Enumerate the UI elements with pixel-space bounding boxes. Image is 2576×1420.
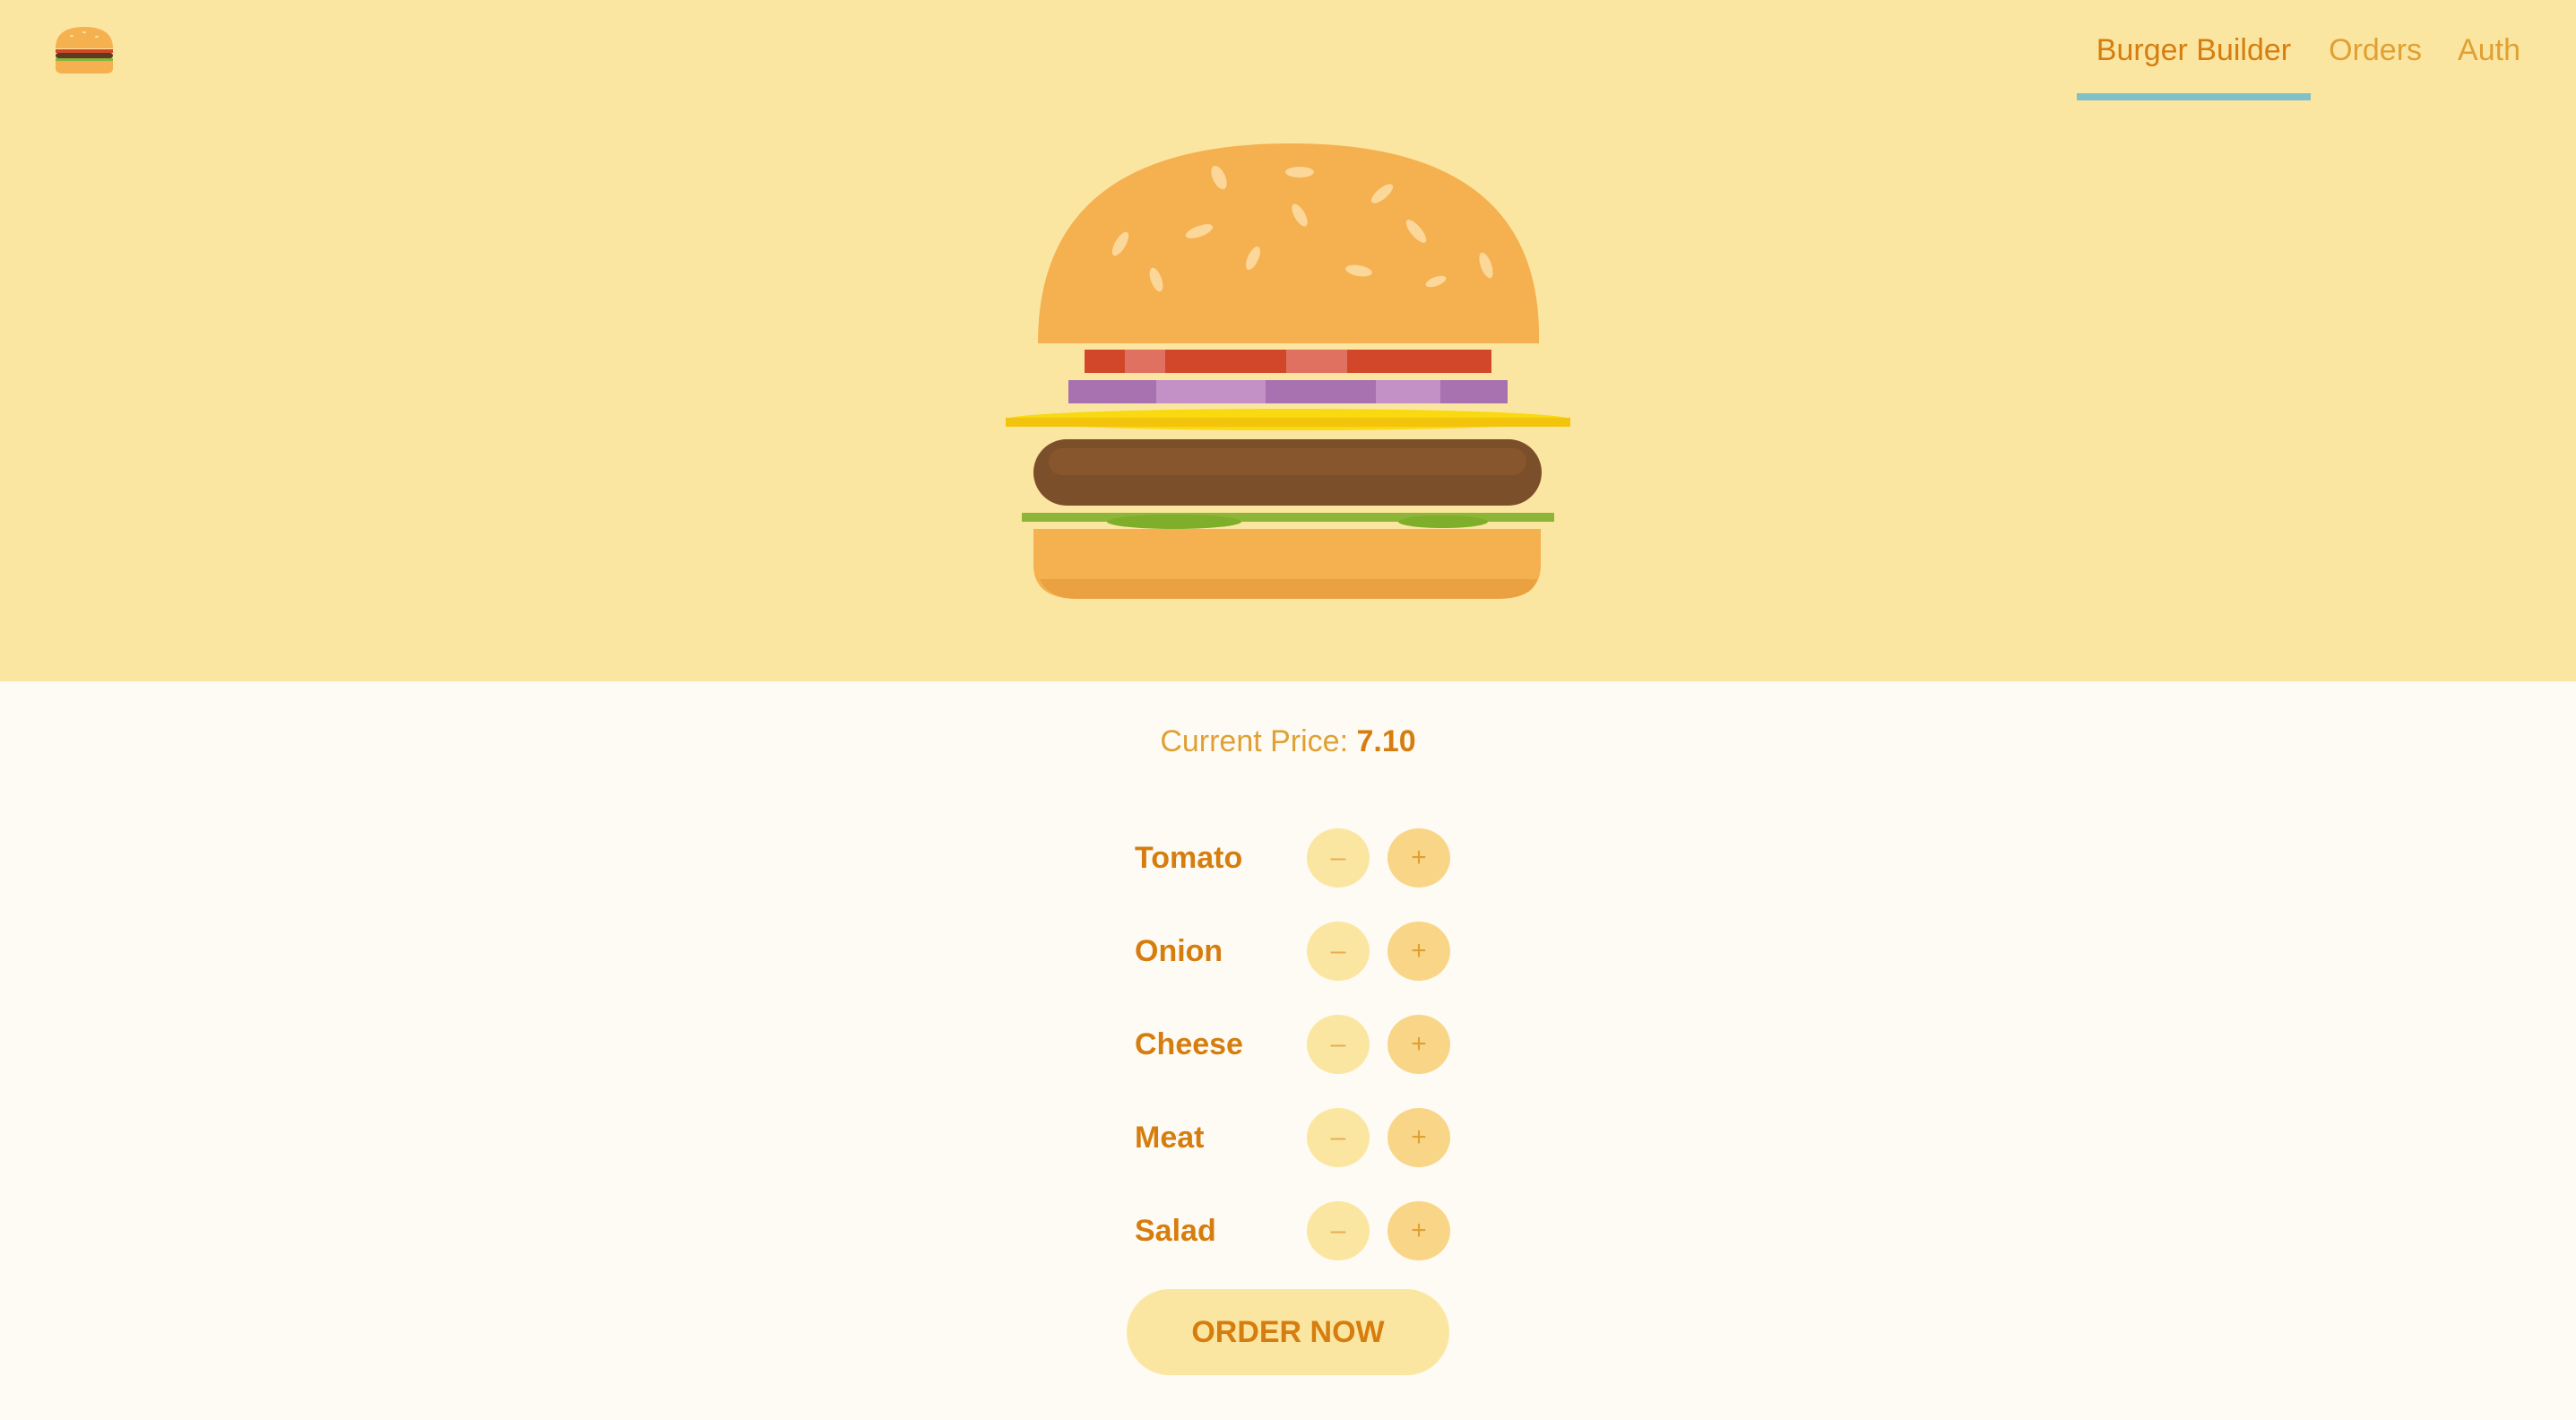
control-onion: Onion – + [1135, 905, 1468, 998]
less-onion-button[interactable]: – [1307, 922, 1370, 981]
control-meat: Meat – + [1135, 1091, 1468, 1184]
more-meat-button[interactable]: + [1387, 1108, 1450, 1167]
control-label: Onion [1135, 933, 1223, 968]
salad-layer [1022, 513, 1554, 529]
control-cheese: Cheese – + [1135, 998, 1468, 1091]
nav-auth[interactable]: Auth [2440, 0, 2538, 100]
cheese-layer [1006, 409, 1570, 430]
burger-illustration [1006, 143, 1570, 599]
control-label: Salad [1135, 1213, 1216, 1248]
less-meat-button[interactable]: – [1307, 1108, 1370, 1167]
less-salad-button[interactable]: – [1307, 1201, 1370, 1260]
meat-layer [1033, 439, 1542, 506]
control-label: Cheese [1135, 1026, 1243, 1061]
tomato-layer [1085, 350, 1491, 373]
main-nav: Burger Builder Orders Auth [2076, 0, 2538, 100]
order-now-button[interactable]: ORDER NOW [1127, 1289, 1449, 1375]
current-price: Current Price: 7.10 [0, 724, 2576, 759]
bread-bottom [1033, 529, 1541, 599]
more-tomato-button[interactable]: + [1387, 828, 1450, 888]
price-label: Current Price: [1160, 724, 1349, 758]
nav-auth-label: Auth [2458, 32, 2520, 67]
onion-layer [1068, 380, 1508, 403]
burger-logo-icon[interactable] [52, 25, 117, 75]
nav-orders-label: Orders [2329, 32, 2423, 67]
more-onion-button[interactable]: + [1387, 922, 1450, 981]
control-label: Tomato [1135, 840, 1243, 875]
control-tomato: Tomato – + [1135, 811, 1468, 905]
price-value: 7.10 [1356, 724, 1416, 758]
build-controls: Tomato – + Onion – + Cheese – + Meat – +… [1135, 811, 1468, 1277]
more-cheese-button[interactable]: + [1387, 1015, 1450, 1074]
bread-top [1038, 143, 1540, 343]
less-cheese-button[interactable]: – [1307, 1015, 1370, 1074]
nav-burger-builder[interactable]: Burger Builder [2076, 0, 2312, 100]
burger-preview-area: Burger Builder Orders Auth [0, 0, 2576, 681]
more-salad-button[interactable]: + [1387, 1201, 1450, 1260]
control-label: Meat [1135, 1120, 1205, 1155]
nav-burger-builder-label: Burger Builder [2096, 32, 2292, 67]
nav-orders[interactable]: Orders [2311, 0, 2440, 100]
control-salad: Salad – + [1135, 1184, 1468, 1277]
less-tomato-button[interactable]: – [1307, 828, 1370, 888]
